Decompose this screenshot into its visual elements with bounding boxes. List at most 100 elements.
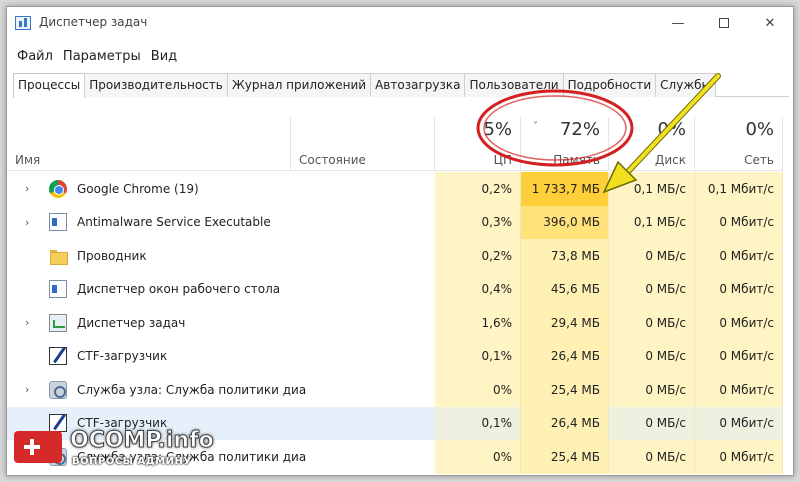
column-disk-label: Диск: [654, 153, 686, 167]
tab-bar: Процессы Производительность Журнал прило…: [13, 73, 789, 98]
column-status-label: Состояние: [299, 153, 366, 167]
menu-options[interactable]: Параметры: [59, 48, 145, 65]
minimize-button[interactable]: —: [655, 7, 701, 39]
close-button[interactable]: ✕: [747, 7, 793, 39]
task-manager-app-icon: [15, 16, 31, 30]
disk-cell: 0,1 МБ/с: [609, 172, 695, 206]
ctf-loader-icon: [49, 347, 67, 366]
cpu-cell: 0,2%: [435, 239, 521, 273]
cpu-total-percent: 5%: [483, 119, 512, 140]
cpu-cell: 1,6%: [435, 306, 521, 340]
menu-file[interactable]: Файл: [13, 48, 57, 65]
close-icon: ✕: [764, 15, 776, 31]
column-header-cpu[interactable]: 5% ЦП: [435, 117, 521, 171]
cpu-cell: 0%: [435, 440, 521, 474]
process-name: CTF-загрузчик: [77, 349, 168, 364]
table-row[interactable]: › Google Chrome (19) 0,2% 1 733,7 МБ 0,1 МБ/…: [7, 172, 793, 206]
process-name-cell: CTF-загрузчик: [7, 340, 441, 374]
memory-cell: 29,4 МБ: [521, 306, 609, 340]
service-gear-icon: [49, 380, 67, 399]
memory-cell: 73,8 МБ: [521, 239, 609, 273]
table-row[interactable]: Диспетчер окон рабочего стола 0,4% 45,6 МБ…: [7, 272, 793, 306]
column-network-label: Сеть: [744, 153, 774, 167]
watermark-title: OCOMP.info: [70, 428, 215, 454]
process-name-cell: › Google Chrome (19): [7, 172, 441, 206]
window-app-icon: [49, 213, 67, 232]
window-title: Диспетчер задач: [39, 15, 148, 29]
table-row[interactable]: › Antimalware Service Executable 0,3% 396,0…: [7, 205, 793, 240]
network-cell: 0 Мбит/с: [695, 272, 783, 306]
network-cell: 0 Мбит/с: [695, 373, 783, 407]
network-cell: 0 Мбит/с: [695, 306, 783, 340]
column-header-status[interactable]: Состояние: [291, 117, 435, 171]
expand-chevron-icon[interactable]: ›: [25, 182, 35, 195]
memory-cell: 25,4 МБ: [521, 440, 609, 474]
tab-app-history[interactable]: Журнал приложений: [226, 73, 372, 97]
process-name-cell: Проводник: [7, 239, 441, 273]
disk-cell: 0 МБ/с: [609, 440, 695, 474]
network-cell: 0 Мбит/с: [695, 339, 783, 373]
column-header-network[interactable]: 0% Сеть: [695, 117, 783, 171]
tab-users[interactable]: Пользователи: [464, 73, 564, 97]
watermark-plus-icon: [14, 431, 62, 463]
table-row[interactable]: Проводник 0,2% 73,8 МБ 0 МБ/с 0 Мбит/с: [7, 239, 793, 273]
process-name: Проводник: [77, 248, 147, 263]
disk-cell: 0 МБ/с: [609, 239, 695, 273]
tab-services[interactable]: Службы: [655, 73, 717, 97]
menu-view[interactable]: Вид: [147, 48, 181, 65]
task-manager-window: Диспетчер задач — ✕ Файл Параметры Вид П…: [6, 6, 794, 476]
sort-chevron-icon: ˅: [533, 121, 538, 132]
site-watermark: OCOMP.info ВОПРОСЫ АДМИНУ: [14, 428, 214, 472]
disk-cell: 0 МБ/с: [609, 272, 695, 306]
network-cell: 0 Мбит/с: [695, 406, 783, 440]
column-header-name[interactable]: Имя: [7, 117, 291, 171]
table-row[interactable]: › Служба узла: Служба политики диаг... 0%2…: [7, 373, 793, 407]
network-cell: 0 Мбит/с: [695, 205, 783, 239]
tab-startup[interactable]: Автозагрузка: [370, 73, 466, 97]
expand-chevron-icon[interactable]: ›: [25, 216, 35, 229]
network-cell: 0 Мбит/с: [695, 239, 783, 273]
process-name: Диспетчер окон рабочего стола: [77, 282, 281, 297]
disk-cell: 0 МБ/с: [609, 339, 695, 373]
disk-cell: 0,1 МБ/с: [609, 205, 695, 239]
menu-bar: Файл Параметры Вид: [13, 48, 181, 65]
disk-cell: 0 МБ/с: [609, 373, 695, 407]
process-name-cell: › Служба узла: Служба политики диаг...: [7, 373, 441, 407]
cpu-cell: 0,2%: [435, 172, 521, 206]
column-memory-label: Память: [553, 153, 600, 167]
watermark-subtitle: ВОПРОСЫ АДМИНУ: [72, 456, 192, 467]
process-name: Служба узла: Служба политики диаг...: [77, 382, 307, 397]
tab-performance[interactable]: Производительность: [84, 73, 228, 97]
disk-cell: 0 МБ/с: [609, 406, 695, 440]
chrome-icon: [49, 179, 67, 198]
memory-cell: 1 733,7 МБ: [521, 172, 609, 206]
cpu-cell: 0,1%: [435, 339, 521, 373]
cpu-cell: 0,4%: [435, 272, 521, 306]
tab-processes[interactable]: Процессы: [13, 73, 86, 98]
network-cell: 0,1 Мбит/с: [695, 172, 783, 206]
network-cell: 0 Мбит/с: [695, 440, 783, 474]
expand-chevron-icon[interactable]: ›: [25, 316, 35, 329]
cpu-cell: 0,1%: [435, 406, 521, 440]
memory-cell: 26,4 МБ: [521, 339, 609, 373]
table-row[interactable]: CTF-загрузчик 0,1% 26,4 МБ 0 МБ/с 0 Мбит/с: [7, 339, 793, 374]
memory-cell: 45,6 МБ: [521, 272, 609, 306]
expand-chevron-icon[interactable]: ›: [25, 383, 35, 396]
maximize-icon: [719, 18, 729, 28]
task-manager-icon: [49, 313, 67, 332]
tab-details[interactable]: Подробности: [562, 73, 657, 97]
table-row[interactable]: › Диспетчер задач 1,6% 29,4 МБ 0 МБ/с 0 Мбит/…: [7, 306, 793, 340]
memory-cell: 396,0 МБ: [521, 205, 609, 239]
network-total-percent: 0%: [745, 119, 774, 140]
process-name: Диспетчер задач: [77, 315, 186, 330]
process-table: Имя Состояние 5% ЦП ˅ 72% Память 0% Диск…: [7, 117, 793, 475]
maximize-button[interactable]: [701, 7, 747, 39]
memory-total-percent: 72%: [559, 119, 600, 140]
cpu-cell: 0%: [435, 373, 521, 407]
process-name: Antimalware Service Executable: [77, 215, 271, 230]
column-header-memory[interactable]: ˅ 72% Память: [521, 117, 609, 171]
column-header-disk[interactable]: 0% Диск: [609, 117, 695, 171]
process-name-cell: › Antimalware Service Executable: [7, 206, 441, 240]
column-cpu-label: ЦП: [493, 153, 512, 167]
cpu-cell: 0,3%: [435, 205, 521, 239]
